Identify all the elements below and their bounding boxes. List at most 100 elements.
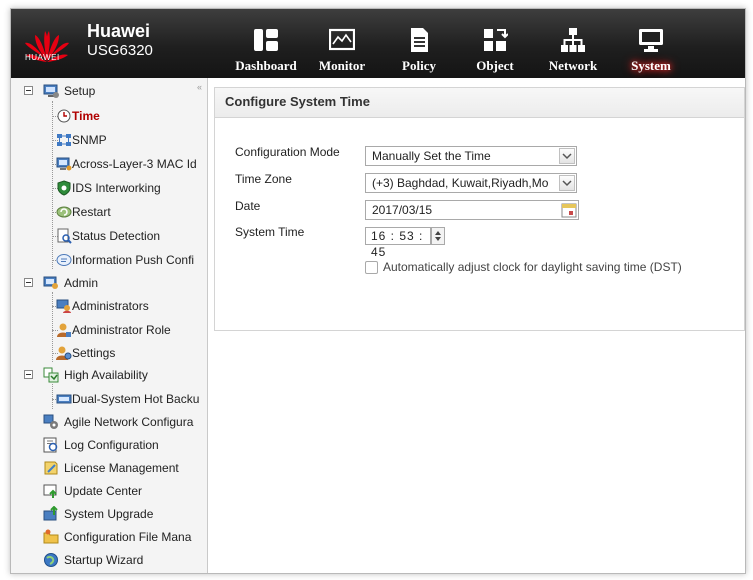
collapse-toggle-icon[interactable] bbox=[24, 278, 33, 287]
tree-item-update-center[interactable]: Update Center bbox=[11, 481, 201, 501]
nav-system-label: System bbox=[631, 58, 671, 73]
tree-item-label: Startup Wizard bbox=[64, 553, 144, 567]
setup-icon bbox=[43, 84, 59, 98]
config-mode-select[interactable]: Manually Set the Time bbox=[365, 146, 577, 166]
tree-item-startup-wizard[interactable]: Startup Wizard bbox=[11, 550, 201, 570]
huawei-logo-icon bbox=[25, 31, 69, 62]
dst-label: Automatically adjust clock for daylight … bbox=[383, 260, 682, 274]
tree-item-log-config[interactable]: Log Configuration bbox=[11, 435, 201, 455]
config-mode-value: Manually Set the Time bbox=[372, 149, 491, 163]
update-center-icon bbox=[43, 484, 57, 498]
tree-group-setup[interactable]: Setup bbox=[11, 81, 201, 101]
system-icon bbox=[639, 29, 663, 52]
chevron-down-icon[interactable] bbox=[559, 148, 575, 164]
tree-item-label: Configuration File Mana bbox=[64, 530, 192, 544]
tree-group-high-availability[interactable]: High Availability bbox=[11, 365, 201, 385]
tree-item-info-push[interactable]: Information Push Confi bbox=[11, 250, 201, 270]
tree-item-restart[interactable]: Restart bbox=[11, 202, 201, 222]
dashboard-icon bbox=[254, 29, 278, 51]
tree-item-label: Across-Layer-3 MAC Id bbox=[72, 157, 197, 171]
collapse-toggle-icon[interactable] bbox=[24, 370, 33, 379]
tree-group-label: High Availability bbox=[64, 368, 148, 382]
nav-monitor[interactable]: Monitor bbox=[313, 9, 371, 78]
nav-dashboard[interactable]: Dashboard bbox=[233, 9, 299, 78]
nav-network[interactable]: Network bbox=[541, 9, 605, 78]
info-push-icon bbox=[56, 254, 72, 266]
administrators-icon bbox=[56, 299, 71, 313]
nav-policy[interactable]: Policy bbox=[391, 9, 447, 78]
system-time-field[interactable]: 16 : 53 : 45 bbox=[365, 227, 431, 259]
agile-network-icon bbox=[43, 414, 58, 429]
monitor-icon bbox=[329, 28, 355, 51]
tree-group-label: Setup bbox=[64, 84, 96, 98]
time-zone-value: (+3) Baghdad, Kuwait,Riyadh,Mo bbox=[372, 176, 549, 190]
config-file-icon bbox=[43, 529, 59, 544]
nav-monitor-label: Monitor bbox=[318, 58, 366, 73]
tree-item-snmp[interactable]: SNMP bbox=[11, 130, 201, 150]
chevron-down-icon[interactable] bbox=[559, 175, 575, 191]
nav-network-label: Network bbox=[548, 58, 598, 73]
app-window: HUAWEI Huawei USG6320 Dashboard Monitor bbox=[10, 8, 746, 574]
tree-item-settings[interactable]: Settings bbox=[11, 343, 201, 363]
tree-item-label: Status Detection bbox=[72, 229, 161, 243]
logo-text: HUAWEI bbox=[25, 53, 60, 62]
tree-item-label: SNMP bbox=[72, 133, 107, 147]
time-spinner[interactable] bbox=[431, 227, 445, 245]
policy-icon bbox=[411, 28, 428, 52]
network-icon bbox=[561, 28, 585, 52]
tree-item-label: License Management bbox=[64, 461, 179, 475]
tree-item-mac[interactable]: Across-Layer-3 MAC Id bbox=[11, 154, 201, 174]
time-zone-select[interactable]: (+3) Baghdad, Kuwait,Riyadh,Mo bbox=[365, 173, 577, 193]
tree-item-admin-role[interactable]: Administrator Role bbox=[11, 320, 201, 340]
tree-item-label: Administrators bbox=[72, 299, 149, 313]
tree-item-status-detection[interactable]: Status Detection bbox=[11, 226, 201, 246]
tree-item-license[interactable]: License Management bbox=[11, 458, 201, 478]
nav-policy-label: Policy bbox=[402, 58, 436, 73]
snmp-icon bbox=[57, 134, 71, 146]
log-config-icon bbox=[43, 437, 58, 453]
tree-group-admin[interactable]: Admin bbox=[11, 273, 201, 293]
tree-item-label: Information Push Confi bbox=[72, 253, 195, 267]
device-model: USG6320 bbox=[87, 42, 153, 59]
tree-item-label: IDS Interworking bbox=[72, 181, 161, 195]
nav-object-label: Object bbox=[476, 58, 514, 73]
restart-icon bbox=[56, 206, 72, 218]
tree-item-label: Administrator Role bbox=[72, 323, 171, 337]
admin-role-icon bbox=[57, 323, 71, 337]
tree-item-label: Dual-System Hot Backu bbox=[72, 392, 200, 406]
ids-icon bbox=[57, 180, 71, 196]
status-detection-icon bbox=[57, 228, 72, 244]
dst-checkbox[interactable] bbox=[365, 261, 378, 274]
date-value: 2017/03/15 bbox=[372, 203, 433, 217]
main-content: Configure System Time Configuration Mode… bbox=[214, 78, 745, 573]
nav-system[interactable]: System bbox=[623, 9, 679, 78]
tree-item-agile-network[interactable]: Agile Network Configura bbox=[11, 412, 201, 432]
date-label: Date bbox=[235, 199, 261, 213]
calendar-icon[interactable] bbox=[561, 202, 577, 218]
tree-item-time[interactable]: Time bbox=[11, 106, 201, 126]
settings-icon bbox=[56, 346, 72, 360]
system-time-panel: Configure System Time Configuration Mode… bbox=[214, 87, 745, 331]
time-zone-label: Time Zone bbox=[235, 172, 292, 186]
tree-item-administrators[interactable]: Administrators bbox=[11, 296, 201, 316]
tree-item-label: Time bbox=[72, 109, 100, 123]
date-field[interactable]: 2017/03/15 bbox=[365, 200, 579, 220]
admin-icon bbox=[43, 276, 58, 289]
system-time-label: System Time bbox=[235, 225, 305, 239]
tree-item-hot-backup[interactable]: Dual-System Hot Backu bbox=[11, 389, 201, 409]
nav-object[interactable]: Object bbox=[467, 9, 523, 78]
tree-item-label: Update Center bbox=[64, 484, 143, 498]
tree-item-config-file[interactable]: Configuration File Mana bbox=[11, 527, 201, 547]
object-icon bbox=[484, 29, 508, 51]
ha-icon bbox=[43, 367, 59, 383]
brand-name: Huawei bbox=[87, 21, 151, 41]
nav-dashboard-label: Dashboard bbox=[235, 58, 297, 73]
panel-title: Configure System Time bbox=[215, 88, 744, 118]
system-time-value: 16 : 53 : 45 bbox=[371, 229, 424, 259]
tree-item-system-upgrade[interactable]: System Upgrade bbox=[11, 504, 201, 524]
collapse-toggle-icon[interactable] bbox=[24, 86, 33, 95]
spinner-arrows-icon bbox=[435, 231, 441, 241]
tree-item-label: Agile Network Configura bbox=[64, 415, 194, 429]
tree-item-ids[interactable]: IDS Interworking bbox=[11, 178, 201, 198]
startup-wizard-icon bbox=[44, 553, 58, 567]
